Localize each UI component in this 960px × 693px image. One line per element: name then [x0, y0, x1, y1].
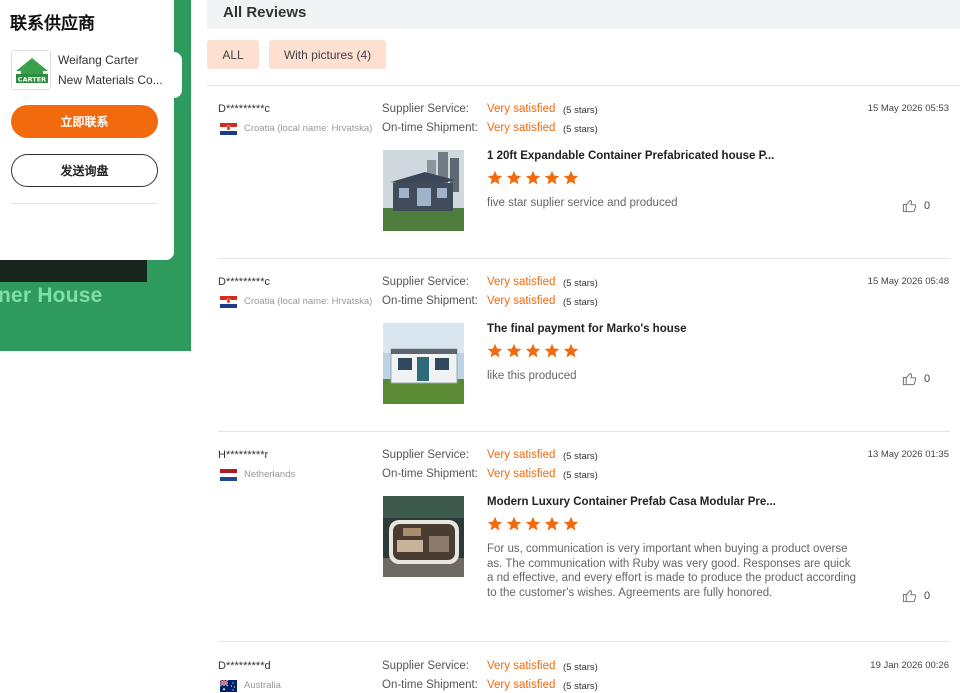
star-icon — [506, 343, 522, 358]
star-icon — [487, 516, 503, 531]
review-text: For us, communication is very important … — [487, 543, 857, 599]
australia-flag-icon — [220, 680, 237, 692]
card-divider — [11, 203, 158, 204]
star-icon — [544, 170, 560, 185]
product-title[interactable]: 1 20ft Expandable Container Prefabricate… — [487, 150, 774, 162]
card-title: 联系供应商 — [10, 14, 95, 33]
review-item: H*********r Netherlands Supplier Service… — [218, 447, 950, 647]
reviewer-country: Croatia (local name: Hrvatska) — [244, 123, 373, 134]
supplier-service-value: Very satisfied — [487, 449, 556, 461]
shipment-value: Very satisfied — [487, 679, 556, 691]
reviews-header: All Reviews — [207, 0, 960, 29]
star-icon — [563, 343, 579, 358]
thumbs-up-icon — [902, 200, 917, 213]
croatia-flag-icon — [220, 123, 237, 135]
star-icon — [487, 170, 503, 185]
shipment-stars: (5 stars) — [563, 470, 598, 481]
star-icon — [544, 516, 560, 531]
like-count: 0 — [924, 372, 931, 385]
review-divider — [218, 258, 950, 259]
svg-text:CARTER: CARTER — [18, 76, 46, 84]
banner-text: ner House — [0, 284, 103, 307]
send-inquiry-button[interactable]: 发送询盘 — [11, 154, 158, 187]
like-count: 0 — [924, 199, 931, 212]
review-divider — [218, 641, 950, 642]
reviewer-name: D*********d — [218, 660, 271, 672]
star-icon — [525, 516, 541, 531]
reviewer-name: D*********c — [218, 103, 270, 115]
shipment-value: Very satisfied — [487, 468, 556, 480]
supplier-service-value: Very satisfied — [487, 103, 556, 115]
contact-now-button[interactable]: 立即联系 — [11, 105, 158, 138]
reviewer-country: Netherlands — [244, 469, 296, 480]
review-item: D*********d Australia Supplier Service: … — [218, 658, 950, 693]
netherlands-flag-icon — [220, 469, 237, 481]
supplier-service-stars: (5 stars) — [563, 278, 598, 289]
review-item: D*********c Croatia (local name: Hrvatsk… — [218, 274, 950, 434]
star-icon — [506, 170, 522, 185]
review-date: 15 May 2026 05:48 — [867, 276, 949, 287]
supplier-service-stars: (5 stars) — [563, 451, 598, 462]
review-date: 13 May 2026 01:35 — [867, 449, 949, 460]
star-rating — [487, 343, 579, 359]
star-icon — [544, 343, 560, 358]
supplier-service-value: Very satisfied — [487, 660, 556, 672]
reviewer-name: D*********c — [218, 276, 270, 288]
like-button[interactable]: 0 — [902, 588, 930, 603]
shipment-stars: (5 stars) — [563, 681, 598, 692]
shipment-stars: (5 stars) — [563, 297, 598, 308]
supplier-service-label: Supplier Service: — [382, 103, 469, 115]
filter-all-button[interactable]: ALL — [207, 40, 259, 69]
like-count: 0 — [924, 589, 931, 602]
divider — [207, 85, 960, 86]
star-icon — [506, 516, 522, 531]
company-name-line2[interactable]: New Materials Co... — [58, 73, 163, 87]
supplier-service-value: Very satisfied — [487, 276, 556, 288]
contact-supplier-card: 联系供应商 CARTER Weifang Carter New Material… — [0, 0, 174, 260]
star-icon — [525, 170, 541, 185]
product-title[interactable]: The final payment for Marko's house — [487, 323, 687, 335]
star-icon — [563, 170, 579, 185]
like-button[interactable]: 0 — [902, 198, 930, 213]
thumbs-up-icon — [902, 590, 917, 603]
supplier-service-stars: (5 stars) — [563, 105, 598, 116]
star-icon — [487, 343, 503, 358]
shipment-label: On-time Shipment: — [382, 679, 478, 691]
company-logo[interactable]: CARTER — [11, 50, 51, 90]
like-button[interactable]: 0 — [902, 371, 930, 386]
review-text: five star suplier service and produced — [487, 197, 678, 209]
star-rating — [487, 516, 579, 532]
thumbs-up-icon — [902, 373, 917, 386]
reviewer-country: Croatia (local name: Hrvatska) — [244, 296, 373, 307]
shipment-value: Very satisfied — [487, 122, 556, 134]
star-icon — [525, 343, 541, 358]
shipment-label: On-time Shipment: — [382, 468, 478, 480]
supplier-service-label: Supplier Service: — [382, 449, 469, 461]
review-date: 19 Jan 2026 00:26 — [870, 660, 949, 671]
star-rating — [487, 170, 579, 186]
review-text: like this produced — [487, 370, 577, 382]
product-title[interactable]: Modern Luxury Container Prefab Casa Modu… — [487, 496, 776, 508]
product-thumbnail[interactable] — [383, 150, 464, 231]
company-name-line1[interactable]: Weifang Carter — [58, 53, 138, 67]
reviewer-country: Australia — [244, 680, 281, 691]
shipment-stars: (5 stars) — [563, 124, 598, 135]
star-icon — [563, 516, 579, 531]
filter-with-pictures-button[interactable]: With pictures (4) — [269, 40, 386, 69]
supplier-service-stars: (5 stars) — [563, 662, 598, 673]
supplier-service-label: Supplier Service: — [382, 276, 469, 288]
croatia-flag-icon — [220, 296, 237, 308]
product-thumbnail[interactable] — [383, 323, 464, 404]
supplier-service-label: Supplier Service: — [382, 660, 469, 672]
review-item: D*********c Croatia (local name: Hrvatsk… — [218, 101, 950, 261]
section-title: All Reviews — [223, 4, 307, 21]
product-thumbnail[interactable] — [383, 496, 464, 577]
shipment-label: On-time Shipment: — [382, 122, 478, 134]
review-date: 15 May 2026 05:53 — [867, 103, 949, 114]
review-divider — [218, 431, 950, 432]
shipment-label: On-time Shipment: — [382, 295, 478, 307]
reviewer-name: H*********r — [218, 449, 269, 461]
shipment-value: Very satisfied — [487, 295, 556, 307]
